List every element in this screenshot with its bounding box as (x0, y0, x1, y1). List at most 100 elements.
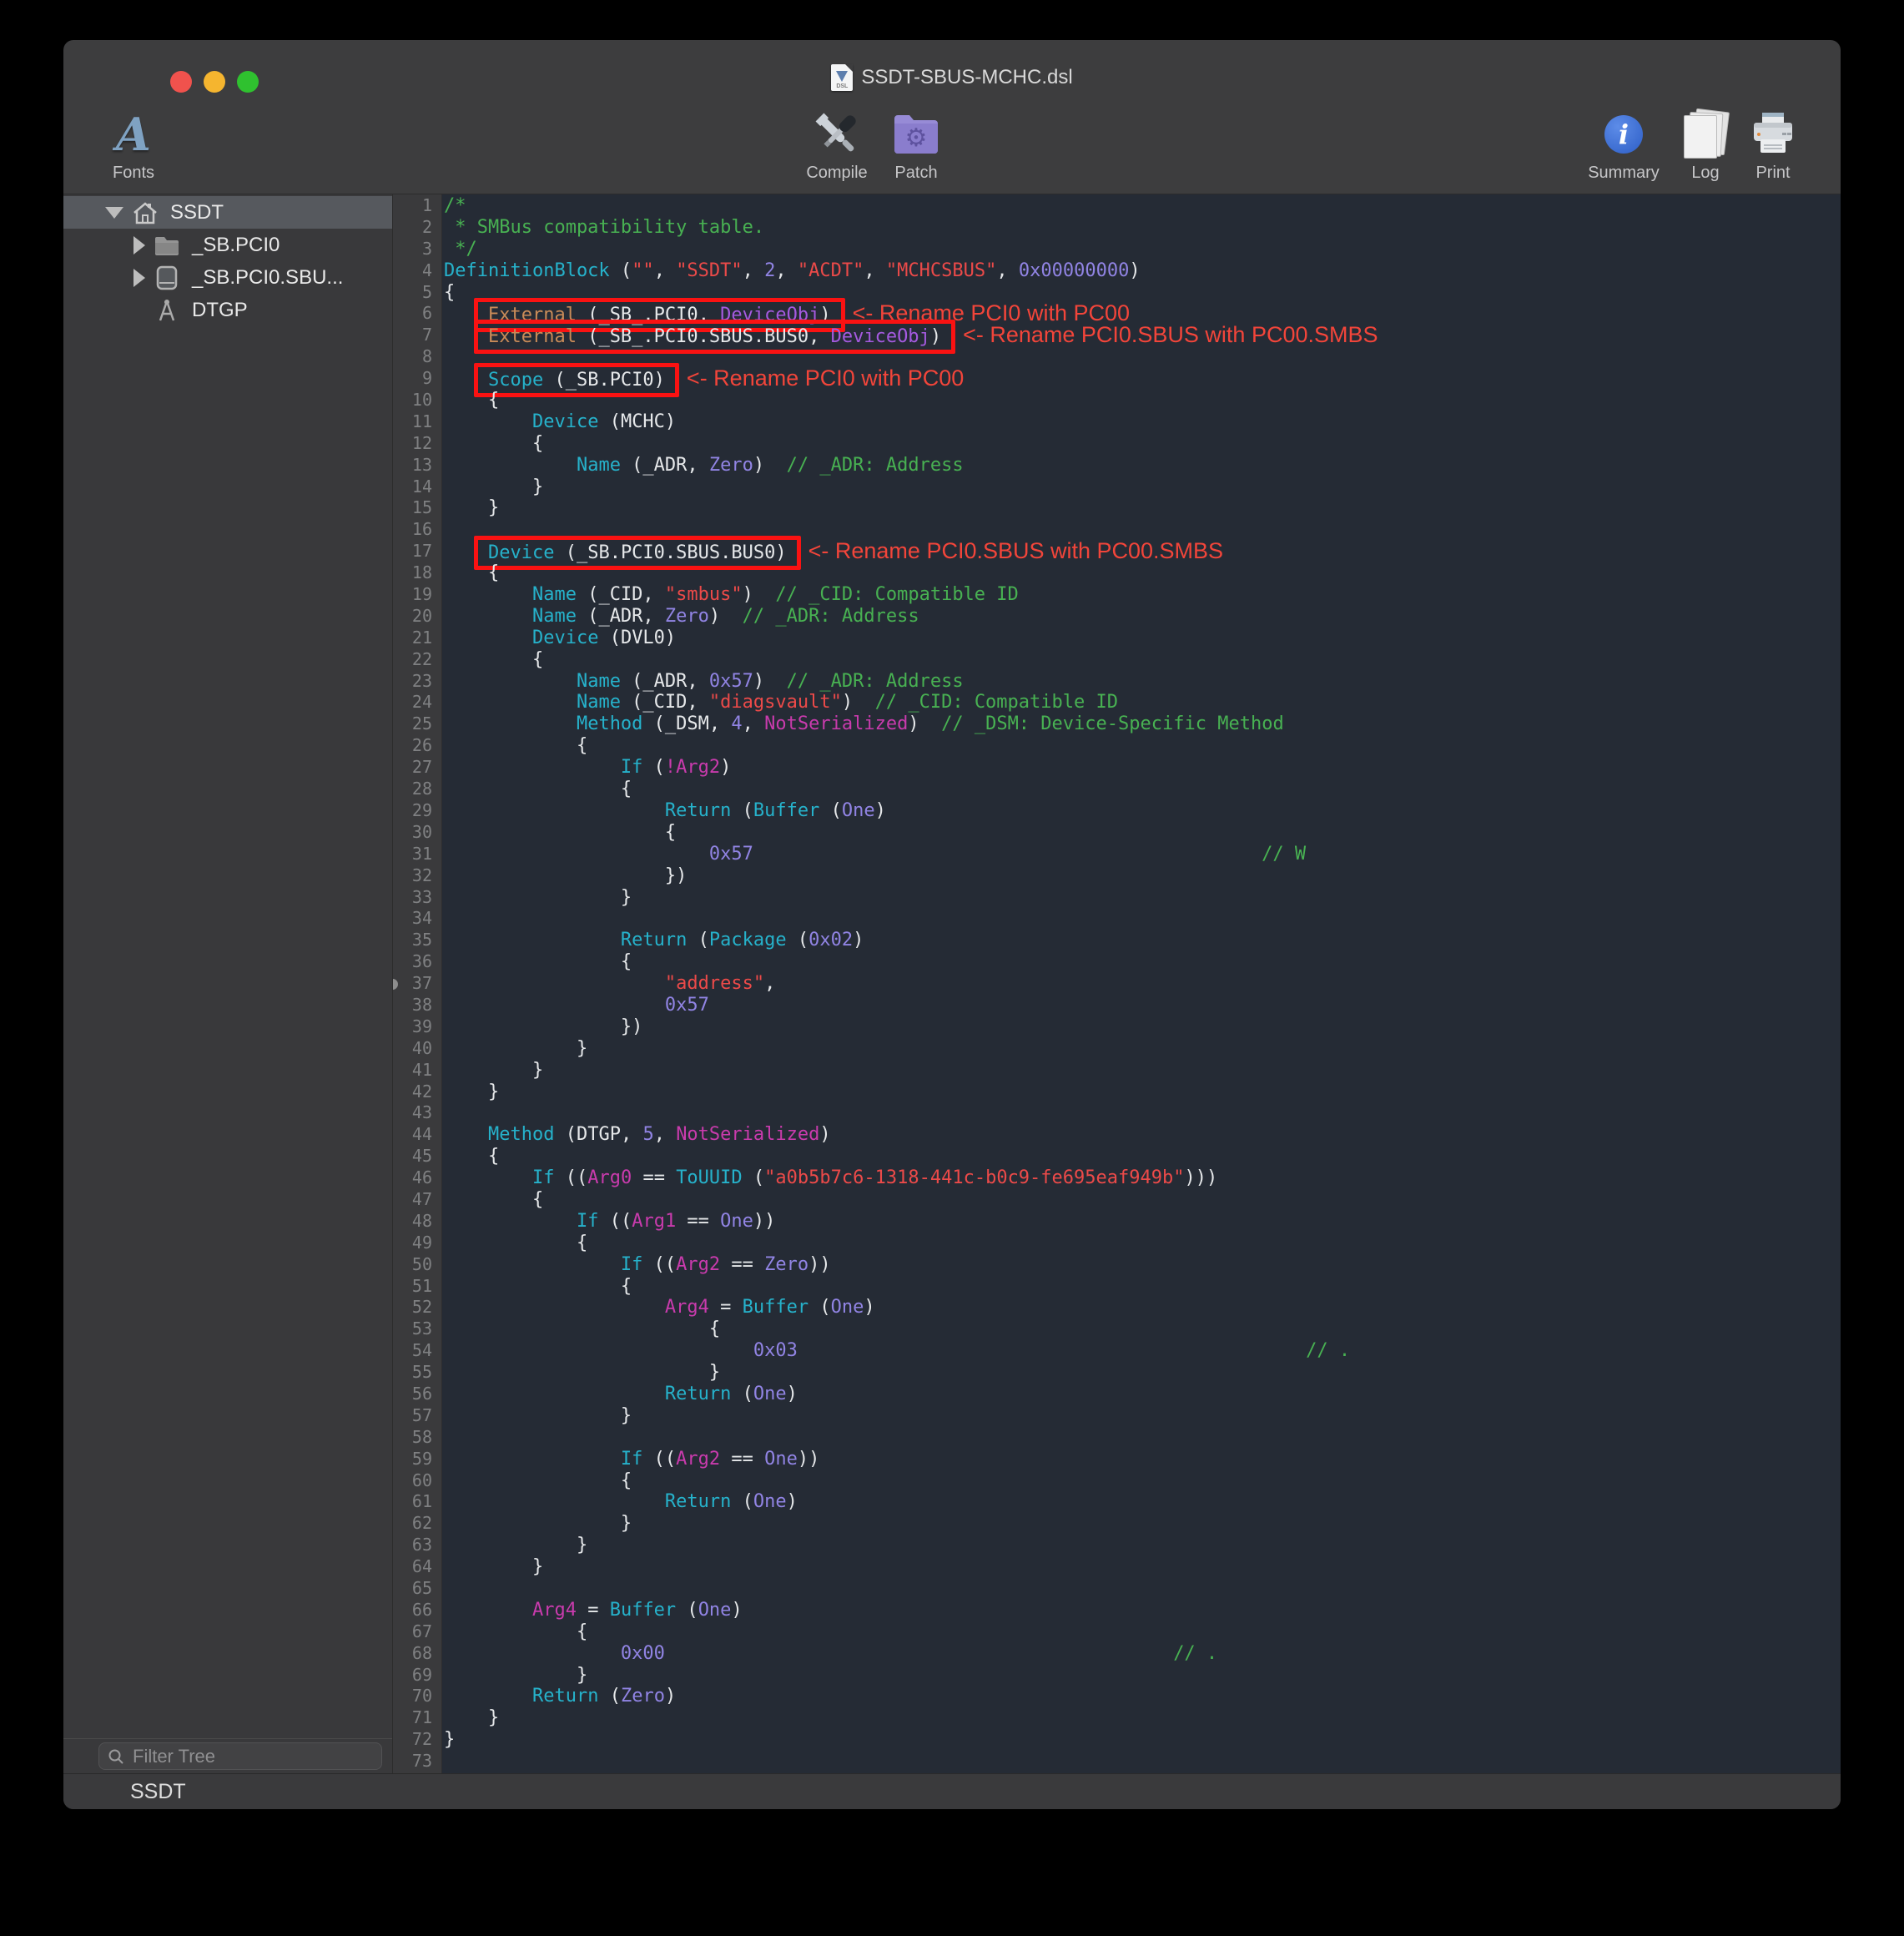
line-number: 53 (393, 1318, 441, 1340)
code-line: 63 } (393, 1535, 1841, 1556)
code-line: 17 Device (_SB.PCI0.SBUS.BUS0)<- Rename … (393, 541, 1841, 562)
line-number: 67 (393, 1621, 441, 1643)
code-line: 71 } (393, 1707, 1841, 1729)
code-line: 70 Return (Zero) (393, 1686, 1841, 1707)
status-table-name: SSDT (130, 1780, 186, 1804)
disclosure-triangle-expanded-icon[interactable] (105, 207, 123, 219)
filter-bar (63, 1738, 392, 1774)
fonts-label: Fonts (113, 164, 154, 183)
status-bar: SSDT (63, 1773, 1841, 1809)
line-number: 38 (393, 995, 441, 1016)
code-line: 31 0x57 // W (393, 844, 1841, 865)
line-marker-dot-icon (393, 979, 398, 990)
code-line: 9 Scope (_SB.PCI0)<- Rename PCI0 with PC… (393, 368, 1841, 390)
ssdt-tree[interactable]: SSDT_SB.PCI0_SB.PCI0.SBU...DTGP (63, 194, 392, 326)
line-number: 16 (393, 519, 441, 541)
code-line: 35 Return (Package (0x02) (393, 930, 1841, 951)
title-group: DSL SSDT-SBUS-MCHC.dsl (831, 64, 1072, 91)
line-number: 18 (393, 562, 441, 584)
code-line: 60 { (393, 1470, 1841, 1492)
rename-annotation: <- Rename PCI0 with PC00 (687, 366, 964, 391)
code-line: 14 } (393, 476, 1841, 498)
print-label: Print (1755, 164, 1790, 183)
code-line: 54 0x03 // . (393, 1340, 1841, 1362)
line-number: 63 (393, 1535, 441, 1556)
code-line: 55 } (393, 1362, 1841, 1384)
info-circle-icon: i (1604, 115, 1643, 154)
zoom-button[interactable] (237, 71, 259, 93)
line-number: 36 (393, 951, 441, 973)
disclosure-triangle-collapsed-icon[interactable] (133, 269, 145, 287)
code-line: 69 } (393, 1665, 1841, 1686)
sidebar-item-ssdt[interactable]: SSDT (63, 196, 392, 229)
line-number: 37 (393, 973, 441, 995)
print-button[interactable]: Print (1706, 108, 1840, 192)
search-icon (108, 1748, 124, 1765)
line-number: 59 (393, 1449, 441, 1470)
code-line: 39 }) (393, 1016, 1841, 1038)
line-number: 13 (393, 455, 441, 476)
code-line: 34 (393, 908, 1841, 930)
line-number: 28 (393, 779, 441, 800)
close-button[interactable] (170, 71, 192, 93)
code-line: 41 } (393, 1060, 1841, 1081)
line-number: 32 (393, 865, 441, 887)
line-number: 48 (393, 1211, 441, 1233)
line-number: 50 (393, 1254, 441, 1276)
line-number: 39 (393, 1016, 441, 1038)
line-number: 73 (393, 1751, 441, 1772)
line-number: 14 (393, 476, 441, 498)
line-number: 12 (393, 433, 441, 455)
line-number: 47 (393, 1189, 441, 1211)
code-line: 56 Return (One) (393, 1384, 1841, 1405)
svg-text:⚙: ⚙ (905, 124, 928, 152)
line-number: 61 (393, 1491, 441, 1513)
document-proxy-icon[interactable]: DSL (831, 64, 853, 91)
folder-icon (152, 231, 182, 260)
filter-tree-input[interactable] (131, 1745, 373, 1768)
code-line: 10 { (393, 390, 1841, 411)
code-line: 64 } (393, 1556, 1841, 1578)
compass-icon (152, 296, 182, 325)
line-number: 56 (393, 1384, 441, 1405)
line-number: 68 (393, 1643, 441, 1665)
line-number: 52 (393, 1297, 441, 1318)
traffic-lights (170, 71, 259, 93)
code-line: 73 (393, 1751, 1841, 1772)
code-line: 38 0x57 (393, 995, 1841, 1016)
code-line: 50 If ((Arg2 == Zero)) (393, 1254, 1841, 1276)
minimize-button[interactable] (204, 71, 225, 93)
code-line: 24 Name (_CID, "diagsvault") // _CID: Co… (393, 692, 1841, 713)
line-number: 34 (393, 908, 441, 930)
code-editor[interactable]: 1/*2 * SMBus compatibility table.3 */4De… (393, 194, 1841, 1774)
code-line: 52 Arg4 = Buffer (One) (393, 1297, 1841, 1318)
line-number: 62 (393, 1513, 441, 1535)
fonts-button[interactable]: A Fonts (67, 108, 200, 192)
line-number: 35 (393, 930, 441, 951)
toolbar: A Fonts (63, 108, 1841, 194)
device-icon (152, 264, 182, 292)
code-line: 4DefinitionBlock ("", "SSDT", 2, "ACDT",… (393, 260, 1841, 282)
code-line: 72} (393, 1729, 1841, 1751)
sidebar-item-dtgp[interactable]: DTGP (63, 294, 392, 326)
patch-button[interactable]: ⚙ Patch (849, 108, 983, 192)
line-number: 46 (393, 1167, 441, 1189)
line-number: 45 (393, 1146, 441, 1167)
sidebar-item--sb-pci0-sbu-[interactable]: _SB.PCI0.SBU... (63, 261, 392, 294)
code-line: 46 If ((Arg0 == ToUUID ("a0b5b7c6-1318-4… (393, 1167, 1841, 1189)
title-bar[interactable]: DSL SSDT-SBUS-MCHC.dsl (63, 40, 1841, 108)
sidebar-item--sb-pci0[interactable]: _SB.PCI0 (63, 229, 392, 261)
code-line: 61 Return (One) (393, 1491, 1841, 1513)
disclosure-triangle-collapsed-icon[interactable] (133, 236, 145, 255)
line-number: 2 (393, 217, 441, 239)
filter-field[interactable] (98, 1742, 382, 1770)
code-line: 33 } (393, 887, 1841, 909)
code-line: 44 Method (DTGP, 5, NotSerialized) (393, 1124, 1841, 1146)
code-line: 19 Name (_CID, "smbus") // _CID: Compati… (393, 584, 1841, 606)
code-line: 67 { (393, 1621, 1841, 1643)
code-line: 28 { (393, 779, 1841, 800)
code-line: 27 If (!Arg2) (393, 757, 1841, 779)
line-number: 5 (393, 282, 441, 304)
code-line: 26 { (393, 735, 1841, 757)
code-line: 45 { (393, 1146, 1841, 1167)
